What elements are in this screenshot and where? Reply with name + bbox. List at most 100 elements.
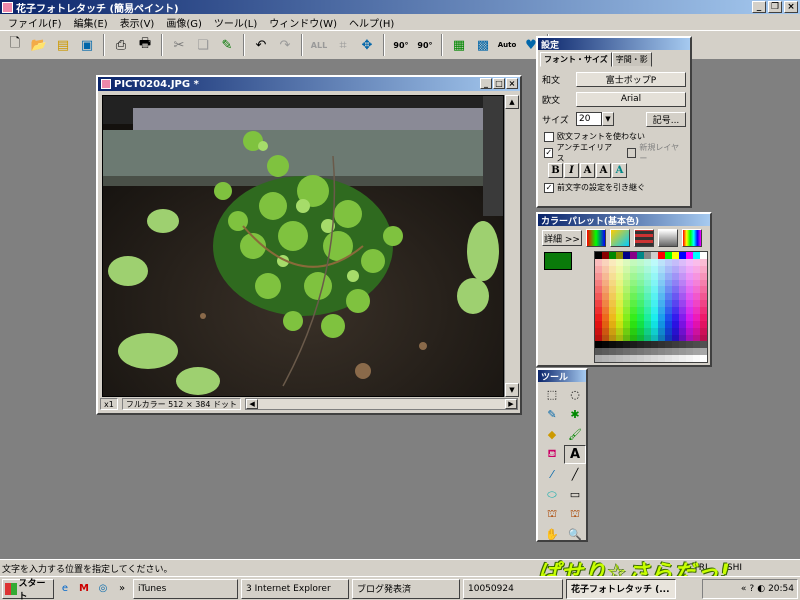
color-cell[interactable] <box>616 327 623 335</box>
color-cell[interactable] <box>609 300 616 307</box>
color-cell[interactable] <box>630 334 637 342</box>
open-folder-icon[interactable]: 📂 <box>28 34 50 56</box>
color-cell[interactable] <box>602 293 609 301</box>
image-close-button[interactable]: × <box>506 78 518 89</box>
color-cell[interactable] <box>630 252 637 259</box>
color-cell[interactable] <box>665 265 672 273</box>
color-cell[interactable] <box>665 279 672 287</box>
color-cell[interactable] <box>644 286 651 294</box>
color-cell[interactable] <box>637 313 644 321</box>
color-cell[interactable] <box>672 286 679 294</box>
color-cell[interactable] <box>679 286 686 294</box>
color-cell[interactable] <box>665 341 672 349</box>
palette-picker-icon[interactable] <box>610 229 630 247</box>
color-cell[interactable] <box>616 252 623 259</box>
color-cell[interactable] <box>595 307 602 314</box>
color-cell[interactable] <box>595 313 602 321</box>
color-cell[interactable] <box>630 300 637 307</box>
color-cell[interactable] <box>623 307 630 314</box>
scroll-left-arrow[interactable]: ◀ <box>246 399 259 409</box>
redo-icon[interactable]: ↷ <box>274 34 296 56</box>
color-cell[interactable] <box>637 272 644 280</box>
color-cell[interactable] <box>637 279 644 287</box>
color-cell[interactable] <box>630 286 637 294</box>
color-cell[interactable] <box>595 341 602 349</box>
color-cell[interactable] <box>693 334 700 342</box>
color-cell[interactable] <box>609 320 616 328</box>
color-cell[interactable] <box>595 272 602 280</box>
color-cell[interactable] <box>686 320 693 328</box>
color-cell[interactable] <box>700 286 707 294</box>
color-cell[interactable] <box>644 307 651 314</box>
color-cell[interactable] <box>665 327 672 335</box>
color-cell[interactable] <box>672 272 679 280</box>
color-cell[interactable] <box>609 307 616 314</box>
clone-icon[interactable]: ⛫ <box>564 505 586 524</box>
pen-icon[interactable]: ✎ <box>541 405 563 424</box>
color-cell[interactable] <box>644 279 651 287</box>
color-cell[interactable] <box>602 341 609 349</box>
color-cell[interactable] <box>637 300 644 307</box>
color-cell[interactable] <box>700 355 707 362</box>
color-cell[interactable] <box>602 355 609 362</box>
color-cell[interactable] <box>686 334 693 342</box>
rect-select-icon[interactable]: ⬚ <box>541 385 563 404</box>
color-cell[interactable] <box>651 252 658 259</box>
size-dropdown-arrow[interactable]: ▼ <box>602 112 614 126</box>
detail-button[interactable]: 詳細 >> <box>542 230 582 246</box>
bold-button[interactable]: B <box>548 163 563 178</box>
color-cell[interactable] <box>637 286 644 294</box>
color-cell[interactable] <box>630 258 637 266</box>
color-cell[interactable] <box>609 258 616 266</box>
color-cell[interactable] <box>609 355 616 362</box>
color-cell[interactable] <box>616 300 623 307</box>
symbol-button[interactable]: 記号... <box>646 111 686 127</box>
color-cell[interactable] <box>651 313 658 321</box>
color-cell[interactable] <box>658 348 665 356</box>
color-swatches[interactable] <box>544 252 584 284</box>
color-cell[interactable] <box>602 272 609 280</box>
color-cell[interactable] <box>686 258 693 266</box>
tab-spacing-shadow[interactable]: 字間・影 <box>611 52 652 67</box>
color-cell[interactable] <box>665 300 672 307</box>
color-cell[interactable] <box>686 286 693 294</box>
color-cell[interactable] <box>693 320 700 328</box>
color-cell[interactable] <box>637 348 644 356</box>
color-cell[interactable] <box>644 300 651 307</box>
color-cell[interactable] <box>602 320 609 328</box>
color-cell[interactable] <box>693 307 700 314</box>
task-ie[interactable]: 3 Internet Explorer <box>241 578 349 599</box>
start-button[interactable]: スタート <box>2 578 54 600</box>
color-cell[interactable] <box>602 265 609 273</box>
color-cell[interactable] <box>693 272 700 280</box>
color-cell[interactable] <box>679 258 686 266</box>
color-cell[interactable] <box>602 279 609 287</box>
color-cell[interactable] <box>679 355 686 362</box>
image-vscrollbar[interactable]: ▲ ▼ <box>504 95 519 397</box>
color-cell[interactable] <box>644 341 651 349</box>
color-cell[interactable] <box>700 341 707 349</box>
scroll-up-arrow[interactable]: ▲ <box>505 95 519 109</box>
cut-icon[interactable]: ✂ <box>168 34 190 56</box>
color-cell[interactable] <box>616 307 623 314</box>
color-cell[interactable] <box>630 313 637 321</box>
color-cell[interactable] <box>644 272 651 280</box>
color-cell[interactable] <box>700 258 707 266</box>
color-cell[interactable] <box>679 300 686 307</box>
color-cell[interactable] <box>644 334 651 342</box>
palette-gray-icon[interactable] <box>658 229 678 247</box>
zoom-icon[interactable]: 🔍 <box>564 525 586 544</box>
color-cell[interactable] <box>623 320 630 328</box>
color-cell[interactable] <box>616 313 623 321</box>
color-cell[interactable] <box>658 320 665 328</box>
menu-window[interactable]: ウィンドウ(W) <box>263 15 343 30</box>
color-cell[interactable] <box>672 307 679 314</box>
color-cell[interactable] <box>637 265 644 273</box>
auto-icon[interactable]: Auto <box>496 34 518 56</box>
spray-icon[interactable]: ✱ <box>564 405 586 424</box>
color-cell[interactable] <box>679 341 686 349</box>
line-icon[interactable]: ╱ <box>564 465 586 484</box>
color-cell[interactable] <box>658 252 665 259</box>
color-cell[interactable] <box>693 348 700 356</box>
color-cell[interactable] <box>630 320 637 328</box>
